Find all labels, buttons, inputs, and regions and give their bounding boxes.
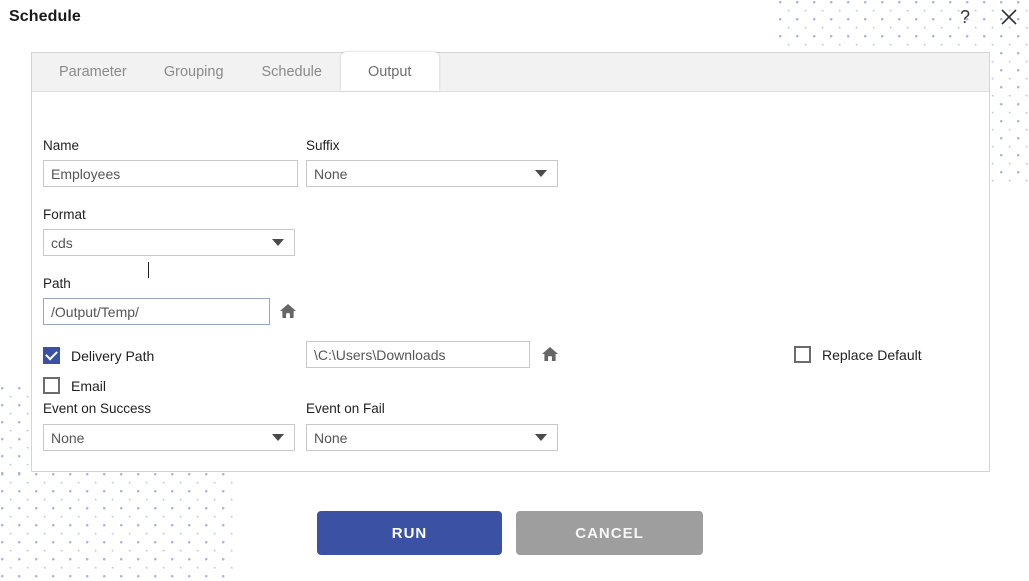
help-button[interactable]: ? [952,4,978,30]
close-button[interactable] [996,4,1022,30]
suffix-select-value: None [314,165,348,182]
path-input[interactable] [43,298,270,325]
tab-grouping[interactable]: Grouping [145,52,243,91]
name-label: Name [43,138,80,153]
chevron-down-icon [272,239,284,246]
delivery-path-input[interactable] [306,341,530,368]
suffix-label: Suffix [306,138,340,153]
event-on-fail-value: None [314,429,348,446]
svg-text:?: ? [960,7,970,27]
decorative-dot-pattern-bottom-left [0,472,238,581]
format-label: Format [43,207,86,222]
format-select-value: cds [51,234,73,251]
page-title: Schedule [9,8,81,25]
email-checkbox[interactable] [43,377,60,394]
text-cursor [148,262,149,278]
email-row[interactable]: Email [43,377,106,394]
question-mark-icon: ? [955,7,975,27]
tab-parameter[interactable]: Parameter [41,52,145,91]
name-input[interactable] [43,160,298,187]
chevron-down-icon [272,434,284,441]
event-on-fail-select[interactable]: None [306,424,558,451]
delivery-path-label: Delivery Path [71,347,155,364]
chevron-down-icon [535,170,547,177]
schedule-dialog-card: Parameter Grouping Schedule Output Name … [31,52,990,472]
event-on-success-select[interactable]: None [43,424,295,451]
email-label: Email [71,377,107,394]
replace-default-checkbox[interactable] [794,346,811,363]
chevron-down-icon [535,434,547,441]
run-button[interactable]: RUN [317,511,502,555]
replace-default-row[interactable]: Replace Default [794,346,922,363]
tab-schedule[interactable]: Schedule [243,52,341,91]
event-on-fail-label: Event on Fail [306,401,385,416]
format-select[interactable]: cds [43,229,295,256]
delivery-path-checkbox[interactable] [43,347,60,364]
event-on-success-value: None [51,429,85,446]
suffix-select[interactable]: None [306,160,558,187]
event-on-success-label: Event on Success [43,401,152,416]
tab-output[interactable]: Output [340,52,439,91]
delivery-path-row[interactable]: Delivery Path [43,347,154,364]
cancel-button[interactable]: CANCEL [516,511,703,555]
replace-default-label: Replace Default [822,346,922,363]
delivery-path-home-icon[interactable] [540,344,560,364]
path-label: Path [43,276,71,291]
tab-bar: Parameter Grouping Schedule Output [32,52,989,92]
close-x-icon [999,7,1019,27]
output-form: Name Suffix None Format cds Path Deliver… [32,92,989,472]
path-home-icon[interactable] [278,301,298,321]
decorative-dot-pattern-left-middle [0,386,31,476]
